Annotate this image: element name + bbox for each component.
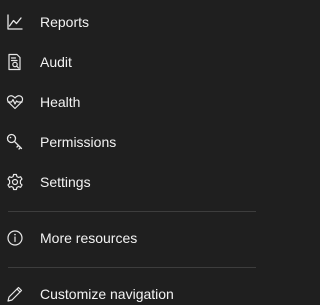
divider: [8, 267, 256, 268]
chart-line-icon: [6, 13, 24, 31]
divider: [8, 211, 256, 212]
nav-item-label: Customize navigation: [40, 286, 174, 302]
document-search-icon: [6, 53, 24, 71]
nav-item-label: Reports: [40, 14, 90, 30]
heart-pulse-icon: [6, 93, 24, 111]
nav-item-label: Settings: [40, 174, 91, 190]
nav-item-label: More resources: [40, 230, 138, 246]
nav-item-audit[interactable]: Audit: [0, 42, 270, 82]
nav-item-health[interactable]: Health: [0, 82, 270, 122]
info-icon: [6, 229, 24, 247]
nav-item-permissions[interactable]: Permissions: [0, 122, 270, 162]
nav-item-reports[interactable]: Reports: [0, 2, 270, 42]
nav-item-customize-navigation[interactable]: Customize navigation: [0, 274, 270, 305]
nav-item-label: Permissions: [40, 134, 117, 150]
pencil-icon: [6, 285, 24, 303]
gear-icon: [6, 173, 24, 191]
nav-item-label: Audit: [40, 54, 72, 70]
nav-item-more-resources[interactable]: More resources: [0, 218, 270, 258]
key-icon: [6, 133, 24, 151]
nav-item-label: Health: [40, 94, 81, 110]
left-navigation: Reports Audit Health Permissions Setting…: [0, 0, 270, 305]
nav-item-settings[interactable]: Settings: [0, 162, 270, 202]
